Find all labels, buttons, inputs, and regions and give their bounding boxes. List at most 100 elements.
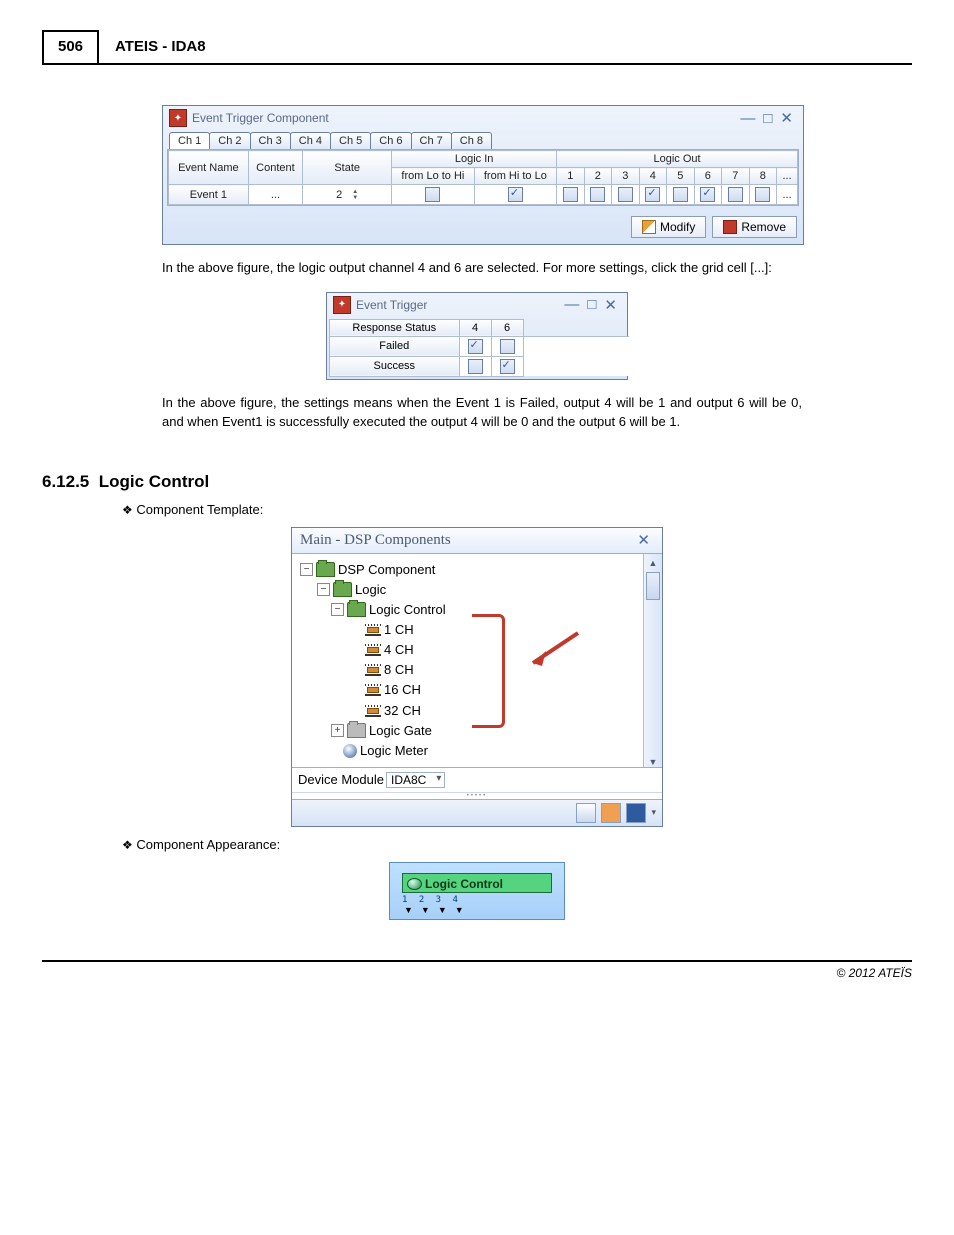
red-arrow-annotation [518, 628, 588, 684]
expand-icon[interactable]: + [331, 724, 344, 737]
col-6: 6 [491, 319, 523, 336]
tree-32ch[interactable]: 32 CH [384, 701, 421, 721]
col-out4: 4 [639, 168, 667, 185]
pencil-icon [642, 220, 656, 234]
tree-logic-meter[interactable]: Logic Meter [360, 741, 428, 761]
cell-out2[interactable] [584, 185, 612, 205]
tree-logic-control[interactable]: Logic Control [369, 600, 446, 620]
paragraph-1: In the above figure, the logic output ch… [162, 259, 802, 278]
modify-button[interactable]: Modify [631, 216, 706, 238]
tree-logic-gate[interactable]: Logic Gate [369, 721, 432, 741]
tab-ch5[interactable]: Ch 5 [330, 132, 371, 149]
component-icon[interactable] [601, 803, 621, 823]
logic-control-component[interactable]: Logic Control [402, 873, 552, 893]
device-module-row: Device Module IDA8C [292, 767, 662, 792]
chat-icon[interactable] [626, 803, 646, 823]
tab-ch6[interactable]: Ch 6 [370, 132, 411, 149]
tab-ch8[interactable]: Ch 8 [451, 132, 492, 149]
minimize-button[interactable]: — [736, 110, 759, 127]
window-title: Event Trigger Component [192, 111, 329, 125]
folder-icon [333, 582, 352, 597]
cell-hi-lo[interactable] [474, 185, 556, 205]
collapse-icon[interactable]: − [300, 563, 313, 576]
list-view-icon[interactable] [576, 803, 596, 823]
dropdown-arrow-icon[interactable]: ▾ [651, 807, 656, 818]
col-out3: 3 [612, 168, 640, 185]
tab-ch2[interactable]: Ch 2 [209, 132, 250, 149]
cell-state[interactable]: 2▲▼ [303, 185, 392, 205]
cell-content[interactable]: ... [248, 185, 302, 205]
cell-out3[interactable] [612, 185, 640, 205]
section-heading: 6.12.5 Logic Control [42, 472, 912, 492]
minimize-button[interactable]: — [560, 296, 583, 313]
col-content: Content [248, 151, 302, 185]
channel-numbers: 1 2 3 4 [402, 895, 552, 905]
col-out5: 5 [667, 168, 695, 185]
cell-success-6[interactable] [491, 356, 523, 376]
col-out-more: ... [777, 168, 798, 185]
cell-failed-4[interactable] [459, 336, 491, 356]
channel-tabs: Ch 1 Ch 2 Ch 3 Ch 4 Ch 5 Ch 6 Ch 7 Ch 8 [163, 130, 803, 149]
maximize-button[interactable]: □ [759, 110, 776, 127]
tree-8ch[interactable]: 8 CH [384, 660, 414, 680]
remove-button[interactable]: Remove [712, 216, 797, 238]
component-node-icon [407, 878, 422, 890]
cell-out-more[interactable]: ... [777, 185, 798, 205]
cell-out4[interactable] [639, 185, 667, 205]
component-appearance-box: Logic Control 1 2 3 4 ▼▼▼▼ [389, 862, 565, 920]
red-bracket-annotation [472, 614, 505, 728]
col-event-name: Event Name [169, 151, 249, 185]
component-tree[interactable]: −DSP Component −Logic −Logic Control 1 C… [292, 554, 643, 767]
tree-4ch[interactable]: 4 CH [384, 640, 414, 660]
cell-out6[interactable] [694, 185, 722, 205]
device-module-dropdown[interactable]: IDA8C [386, 772, 445, 788]
folder-icon [347, 602, 366, 617]
col-logic-in: Logic In [392, 151, 557, 168]
toolbar-icons: ▾ [292, 799, 662, 826]
collapse-icon[interactable]: − [331, 603, 344, 616]
event-row: Event 1 ... 2▲▼ ... [169, 185, 798, 205]
tree-dsp-component[interactable]: DSP Component [338, 560, 435, 580]
tab-ch1[interactable]: Ch 1 [169, 132, 210, 149]
cell-out7[interactable] [722, 185, 750, 205]
cell-out5[interactable] [667, 185, 695, 205]
device-module-label: Device Module [298, 772, 384, 787]
doc-title: ATEIS - IDA8 [99, 30, 222, 63]
close-button[interactable]: ✕ [600, 296, 621, 314]
cell-out8[interactable] [749, 185, 777, 205]
scroll-thumb[interactable] [646, 572, 660, 600]
cell-out1[interactable] [557, 185, 585, 205]
spin-down-icon[interactable]: ▼ [352, 195, 358, 201]
meter-icon [343, 744, 357, 758]
col-out6: 6 [694, 168, 722, 185]
page-number: 506 [42, 30, 99, 63]
maximize-button[interactable]: □ [583, 296, 600, 313]
remove-icon [723, 220, 737, 234]
tree-16ch[interactable]: 16 CH [384, 680, 421, 700]
close-button[interactable]: ✕ [776, 109, 797, 127]
chip-icon [365, 705, 381, 717]
tab-ch4[interactable]: Ch 4 [290, 132, 331, 149]
bullet-appearance: ❖ Component Appearance: [122, 837, 912, 852]
event-trigger-window: ✦ Event Trigger — □ ✕ Response Status 4 … [326, 292, 628, 380]
close-button[interactable]: ✕ [633, 531, 654, 550]
cell-failed-6[interactable] [491, 336, 523, 356]
tree-1ch[interactable]: 1 CH [384, 620, 414, 640]
scrollbar[interactable]: ▲ ▼ [643, 554, 662, 767]
tab-ch7[interactable]: Ch 7 [411, 132, 452, 149]
tree-logic[interactable]: Logic [355, 580, 386, 600]
window-title: Event Trigger [356, 298, 427, 312]
folder-icon [316, 562, 335, 577]
bullet-template: ❖ Component Template: [122, 502, 912, 517]
scroll-down-icon[interactable]: ▼ [649, 757, 658, 767]
col-4: 4 [459, 319, 491, 336]
cell-event-name: Event 1 [169, 185, 249, 205]
cell-success-4[interactable] [459, 356, 491, 376]
tab-ch3[interactable]: Ch 3 [250, 132, 291, 149]
window-title: Main - DSP Components [300, 532, 451, 549]
splitter-handle[interactable]: ••••• [292, 792, 662, 799]
scroll-up-icon[interactable]: ▲ [649, 558, 658, 568]
collapse-icon[interactable]: − [317, 583, 330, 596]
row-success: Success [330, 356, 630, 376]
cell-lo-hi[interactable] [392, 185, 474, 205]
